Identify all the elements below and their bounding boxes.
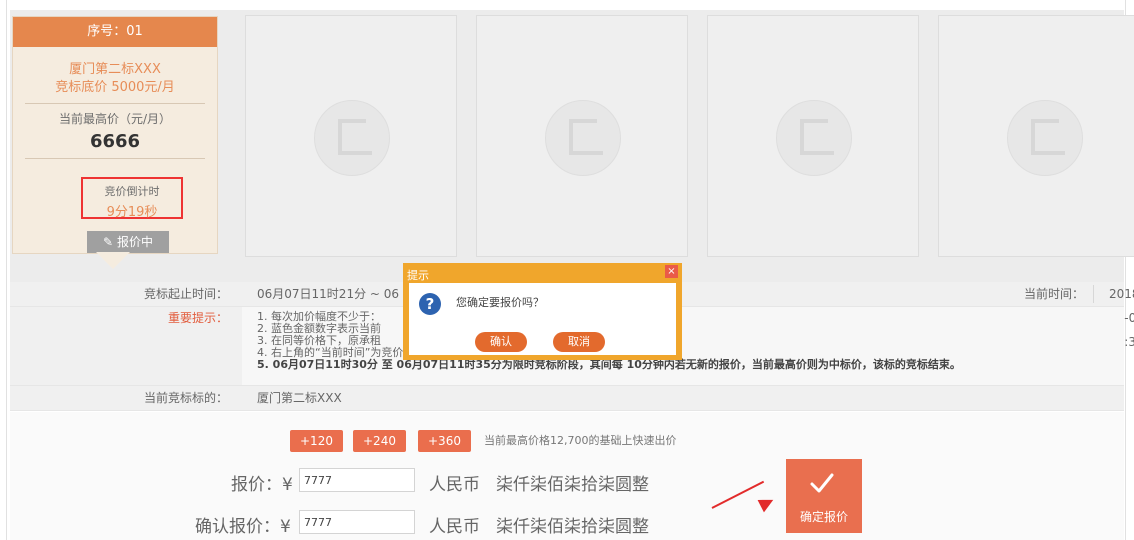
quick-bid-hint: 当前最高价格12,700的基础上快速出价 xyxy=(484,434,677,447)
lot-base-price: 竞标底价 5000元/月 xyxy=(55,80,175,95)
target-value: 厦门第二标XXX xyxy=(257,391,342,405)
confirm-price-currency: 人民币 xyxy=(429,517,480,537)
lot-card[interactable]: 序号：01 厦门第二标XXX 竞标底价 5000元/月 当前最高价（元/月） 6… xyxy=(12,16,218,254)
bidding-status-button[interactable]: ✎ 报价中 xyxy=(87,231,169,253)
close-icon[interactable]: × xyxy=(665,265,678,278)
current-high-label: 当前最高价（元/月） xyxy=(58,112,172,126)
countdown-highlight-box: 竞价倒计时 9分19秒 xyxy=(81,177,183,220)
dialog-cancel-button[interactable]: 取消 xyxy=(553,332,605,352)
confirm-price-chinese-amount: 柒仟柒佰柒拾柒圆整 xyxy=(496,517,649,537)
placeholder-circle xyxy=(314,100,390,176)
card-pointer-inner xyxy=(98,252,128,267)
placeholder-circle xyxy=(1007,100,1083,176)
lot-name: 厦门第二标XXX xyxy=(69,62,161,77)
countdown-value: 9分19秒 xyxy=(106,205,158,220)
dialog-title: 提示 xyxy=(407,269,429,282)
note-item: 2. 蓝色金额数字表示当前 xyxy=(257,322,381,335)
current-time-label: 当前时间： xyxy=(1023,287,1084,301)
confirm-price-input[interactable]: 7777 xyxy=(299,510,415,534)
confirm-price-label: 确认报价：¥ xyxy=(195,517,291,537)
notes-content: 1. 每次加价幅度不少于： 2. 蓝色金额数字表示当前 3. 在同等价格下，原承… xyxy=(243,307,1124,389)
note-item: 1. 每次加价幅度不少于： xyxy=(257,310,381,323)
current-high-value: 6666 xyxy=(89,131,141,152)
quick-bid-area: +120 +240 +360 当前最高价格12,700的基础上快速出价 报价：¥… xyxy=(10,412,1124,540)
placeholder-icon xyxy=(569,119,603,155)
price-chinese-amount: 柒仟柒佰柒拾柒圆整 xyxy=(496,475,649,495)
price-label: 报价：¥ xyxy=(231,475,293,495)
time-label: 竞标起止时间： xyxy=(10,282,242,306)
confirm-bid-button[interactable]: 确定报价 xyxy=(786,459,862,533)
placeholder-circle xyxy=(545,100,621,176)
placeholder-icon xyxy=(800,119,834,155)
time-content: 06月07日11时21分 ~ 06 当前时间： 2018-06-07 11:30… xyxy=(243,282,1134,349)
question-icon: ? xyxy=(419,293,441,315)
frame-left-border xyxy=(6,0,7,540)
dialog-body: ? 您确定要报价吗？ 确认 取消 xyxy=(409,283,676,355)
quick-bid-plus-120-button[interactable]: +120 xyxy=(290,430,343,452)
quick-bid-plus-240-button[interactable]: +240 xyxy=(353,430,406,452)
pencil-icon: ✎ xyxy=(103,235,114,249)
price-input[interactable]: 7777 xyxy=(299,468,415,492)
placeholder-icon xyxy=(338,119,372,155)
target-row: 当前竞标标的： 厦门第二标XXX xyxy=(10,386,1124,411)
notes-label: 重要提示： xyxy=(10,307,242,385)
note-item: 5. 06月07日11时30分 至 06月07日11时35分为限时竞标阶段，其间… xyxy=(257,358,961,371)
time-divider xyxy=(1093,285,1094,303)
price-currency: 人民币 xyxy=(429,475,480,495)
lot-divider-2 xyxy=(25,158,205,159)
bidding-status-label: 报价中 xyxy=(116,235,153,249)
lot-divider-1 xyxy=(25,103,205,104)
time-range: 06月07日11时21分 ~ 06 xyxy=(257,287,400,301)
placeholder-thumbnail[interactable] xyxy=(476,15,688,257)
confirm-dialog[interactable]: 提示 × ? 您确定要报价吗？ 确认 取消 xyxy=(403,263,682,360)
check-icon xyxy=(810,473,834,493)
countdown-label: 竞价倒计时 xyxy=(104,185,160,198)
dialog-confirm-button[interactable]: 确认 xyxy=(475,332,527,352)
confirm-bid-label: 确定报价 xyxy=(799,510,848,524)
placeholder-thumbnail[interactable] xyxy=(707,15,919,257)
target-label: 当前竞标标的： xyxy=(10,386,242,410)
quick-bid-plus-360-button[interactable]: +360 xyxy=(418,430,471,452)
placeholder-icon xyxy=(1031,119,1065,155)
placeholder-circle xyxy=(776,100,852,176)
placeholder-thumbnail[interactable] xyxy=(938,15,1134,257)
placeholder-thumbnail[interactable] xyxy=(245,15,457,257)
page-frame: 序号：01 厦门第二标XXX 竞标底价 5000元/月 当前最高价（元/月） 6… xyxy=(0,0,1134,540)
lot-sequence: 序号：01 xyxy=(13,17,217,47)
dialog-message: 您确定要报价吗？ xyxy=(456,296,544,309)
